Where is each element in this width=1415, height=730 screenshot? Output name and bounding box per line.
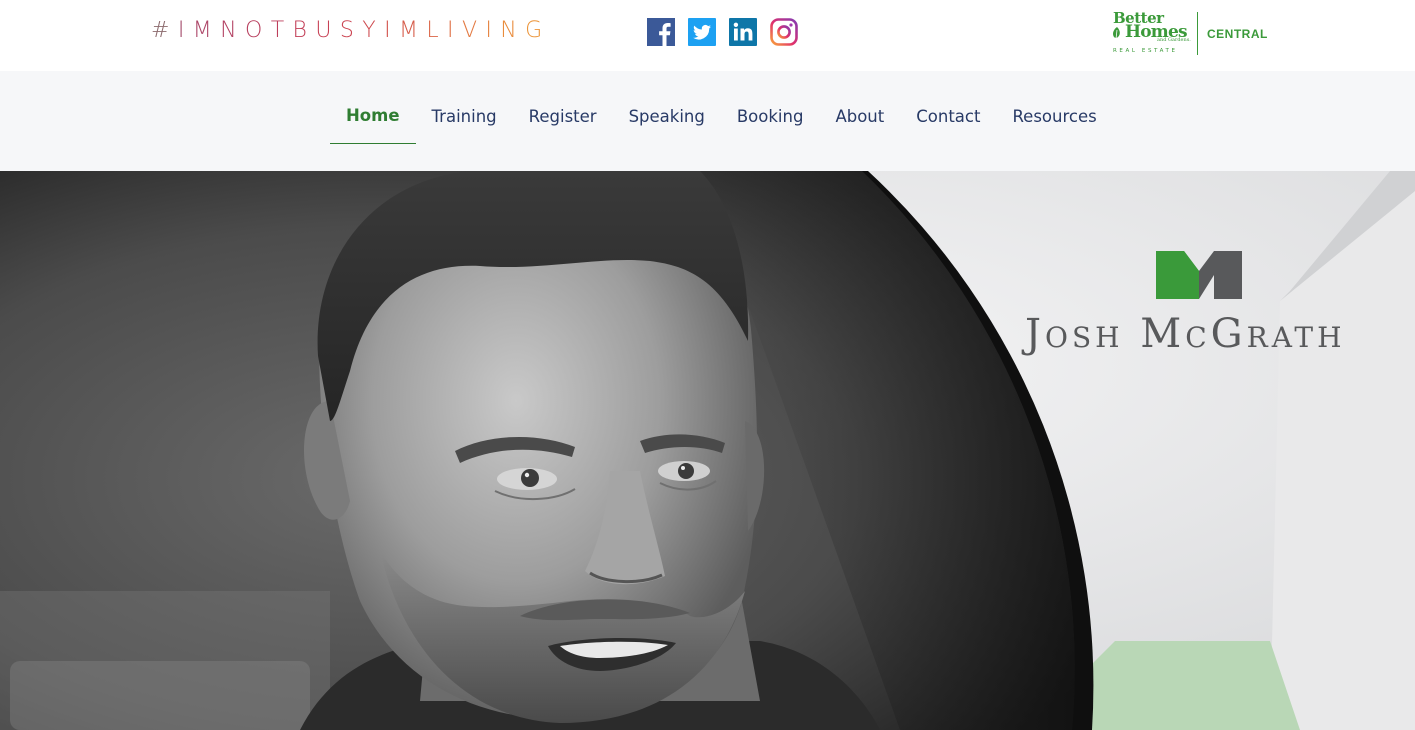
brand-gardens-text: and Gardens.: [1157, 37, 1191, 43]
hashtag-char: B: [292, 18, 316, 43]
hashtag-char: N: [500, 18, 526, 43]
nav-item-training[interactable]: Training: [416, 71, 513, 144]
hashtag-char: S: [339, 18, 363, 43]
nav-item-speaking[interactable]: Speaking: [613, 71, 721, 144]
hashtag-char: T: [270, 18, 293, 43]
twitter-icon[interactable]: [688, 18, 716, 46]
mcgrath-m-logo-icon: [1156, 251, 1242, 299]
brand-real-estate-text: REAL ESTATE: [1113, 48, 1178, 54]
facebook-icon[interactable]: [647, 18, 675, 46]
hashtag-char: I: [177, 18, 193, 43]
instagram-icon[interactable]: [770, 18, 798, 46]
hashtag-char: I: [447, 18, 462, 43]
hashtag-char: V: [461, 18, 486, 43]
linkedin-icon[interactable]: [729, 18, 757, 46]
hashtag-char: Y: [362, 18, 385, 43]
social-links: [647, 18, 798, 46]
hashtag-char: L: [426, 18, 448, 43]
hashtag-char: I: [485, 18, 501, 43]
hashtag-char: #: [151, 18, 178, 43]
hashtag-char: M: [398, 18, 427, 43]
better-homes-logo: Better Homes and Gardens. REAL ESTATE: [1111, 11, 1191, 57]
nav-item-register[interactable]: Register: [513, 71, 613, 144]
hashtag-char: M: [192, 18, 221, 43]
hashtag-char: O: [244, 18, 271, 43]
nav-item-resources[interactable]: Resources: [996, 71, 1112, 144]
hashtag-char: G: [525, 18, 551, 43]
hashtag-char: N: [220, 18, 245, 43]
nav-item-home[interactable]: Home: [330, 71, 416, 144]
hero-banner: Josh McGrath: [0, 171, 1415, 730]
nav-menu: Home Training Register Speaking Booking …: [330, 71, 1113, 171]
josh-mcgrath-logo-text: Josh McGrath: [1025, 311, 1346, 357]
main-navigation: Home Training Register Speaking Booking …: [0, 71, 1415, 171]
nav-item-about[interactable]: About: [819, 71, 900, 144]
leaf-icon: [1113, 27, 1120, 40]
better-homes-central-logo[interactable]: Better Homes and Gardens. REAL ESTATE CE…: [1111, 11, 1271, 57]
nav-item-contact[interactable]: Contact: [900, 71, 996, 144]
brand-central-text: CENTRAL: [1207, 27, 1268, 41]
nav-item-booking[interactable]: Booking: [721, 71, 820, 144]
hashtag-slogan: #IMNOTBUSYIMLIVING: [151, 18, 551, 43]
hashtag-char: U: [315, 18, 340, 43]
brand-divider: [1197, 12, 1198, 55]
hashtag-char: I: [384, 18, 399, 43]
top-bar: #IMNOTBUSYIMLIVING Better Homes and Gard…: [0, 0, 1415, 71]
